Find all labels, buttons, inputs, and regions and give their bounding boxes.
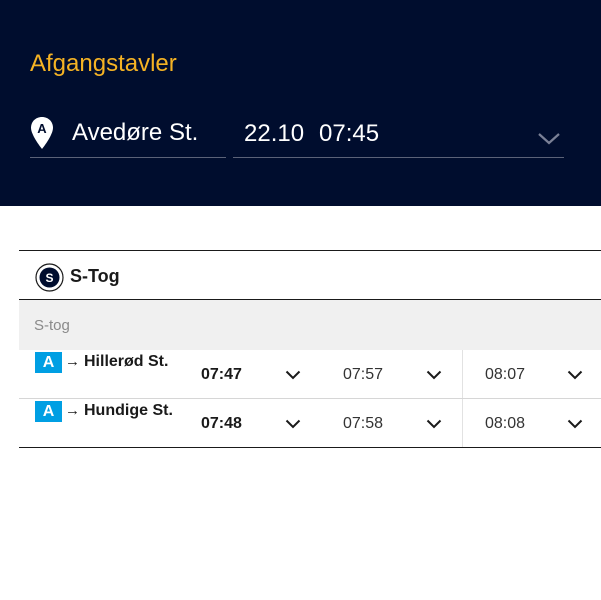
chevron-down-icon[interactable] (426, 419, 442, 429)
line-badge: A (35, 401, 62, 422)
station-name: Avedøre St. (72, 119, 199, 146)
date-value: 22.10 (244, 120, 305, 147)
departure-time[interactable]: 07:47 (201, 366, 242, 384)
datetime-field[interactable]: 22.10 07:45 (233, 112, 564, 158)
line-badge: A (35, 352, 62, 373)
destination: Hundige St. (84, 402, 173, 419)
section-header: S S-Tog (19, 251, 601, 300)
chevron-down-icon[interactable] (567, 419, 583, 429)
header-bar: Afgangstavler A Avedøre St. 22.10 07:45 (0, 0, 601, 206)
departure-time[interactable]: 07:58 (343, 415, 383, 433)
station-pin-icon: A (31, 117, 53, 149)
sub-header-label: S-tog (34, 317, 70, 334)
s-tog-logo-icon: S (35, 263, 64, 292)
section-title: S-Tog (70, 266, 120, 286)
column-divider (462, 350, 463, 398)
column-divider (462, 399, 463, 447)
page-title: Afgangstavler (30, 50, 177, 77)
departure-row[interactable]: A → Hillerød St. 07:47 07:57 08:07 (19, 350, 601, 399)
chevron-down-icon[interactable] (285, 370, 301, 380)
chevron-down-icon[interactable] (567, 370, 583, 380)
chevron-down-icon[interactable] (426, 370, 442, 380)
departure-time[interactable]: 07:57 (343, 366, 383, 384)
station-field[interactable]: A Avedøre St. (30, 112, 226, 158)
time-value: 07:45 (319, 120, 380, 147)
destination: Hillerød St. (84, 353, 169, 370)
direction-arrow: → (65, 353, 80, 370)
chevron-down-icon[interactable] (285, 419, 301, 429)
sub-header: S-tog (19, 300, 601, 350)
pin-letter: A (37, 121, 47, 136)
direction-arrow: → (65, 402, 80, 419)
departure-time[interactable]: 07:48 (201, 415, 242, 433)
departure-time[interactable]: 08:07 (485, 366, 525, 384)
departure-time[interactable]: 08:08 (485, 415, 525, 433)
svg-text:S: S (45, 271, 53, 285)
departure-row[interactable]: A → Hundige St. 07:48 07:58 08:08 (19, 399, 601, 448)
chevron-down-icon[interactable] (537, 132, 561, 146)
departures-section: S S-Tog S-tog A → Hillerød St. 07:47 07:… (19, 250, 601, 448)
